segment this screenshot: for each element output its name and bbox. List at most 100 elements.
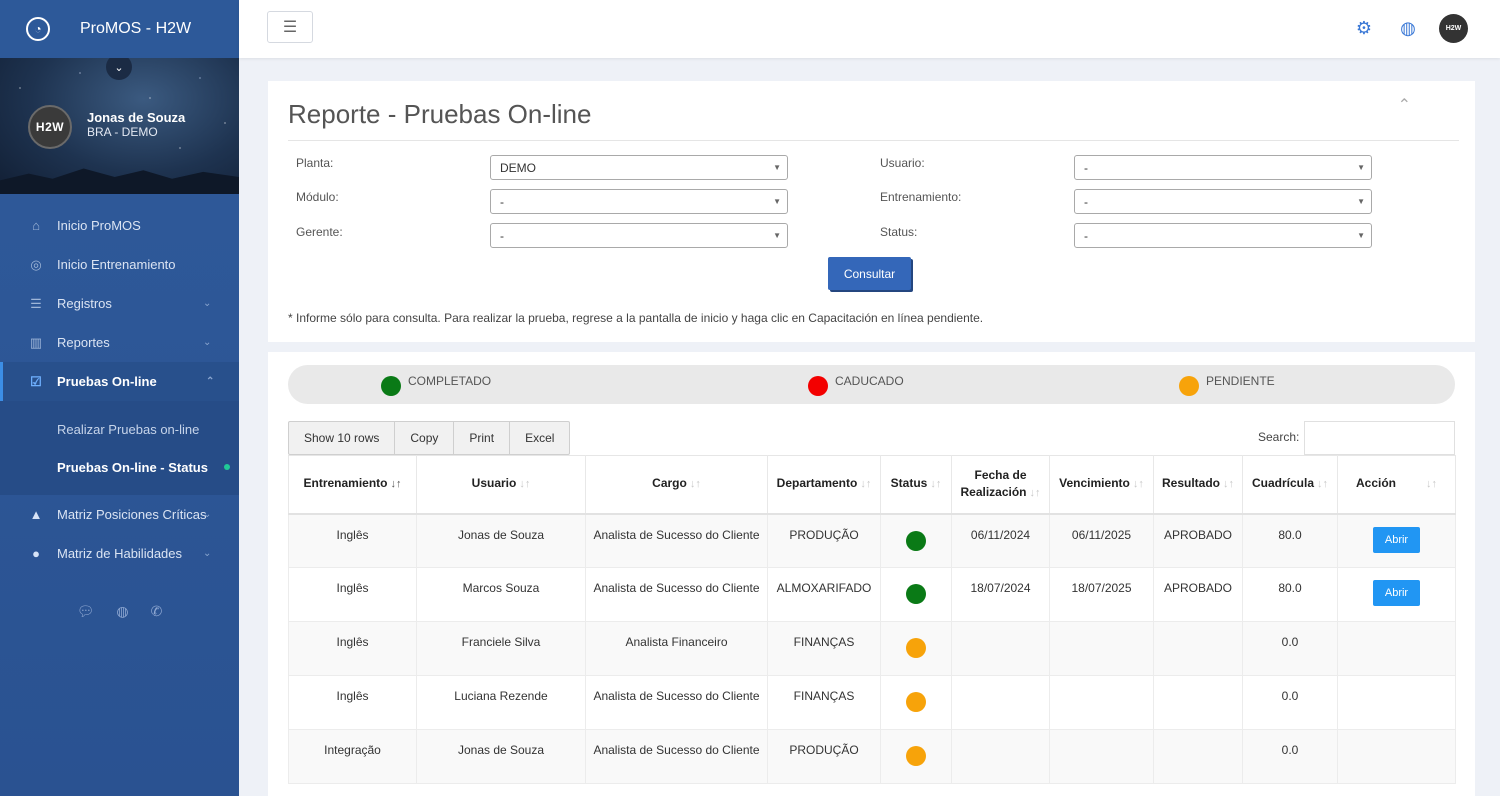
cell-status bbox=[880, 513, 952, 568]
column-header-accion[interactable]: Acción ↓↑ bbox=[1337, 455, 1456, 515]
abrir-button[interactable]: Abrir bbox=[1372, 580, 1421, 606]
header-label: Resultado bbox=[1161, 476, 1220, 491]
submenu-item-realizar-pruebas[interactable]: Realizar Pruebas on-line bbox=[0, 410, 239, 448]
cell-accion bbox=[1337, 621, 1456, 676]
sidebar-item-label: Matriz Posiciones Críticas bbox=[57, 507, 207, 522]
cell-fecha bbox=[951, 621, 1050, 676]
sidebar: ◔ ProMOS - H2W ⌄ H2W Jonas de Souza BRA … bbox=[0, 0, 239, 796]
column-header-cuadricula[interactable]: Cuadrícula ↓↑ bbox=[1242, 455, 1338, 515]
phone-icon[interactable]: ✆ bbox=[151, 603, 163, 620]
excel-button[interactable]: Excel bbox=[510, 422, 569, 454]
hamburger-menu-icon[interactable]: ☰ bbox=[267, 11, 313, 43]
column-header-resultado[interactable]: Resultado ↓↑ bbox=[1153, 455, 1243, 515]
legend-caducado: CADUCADO bbox=[808, 373, 904, 396]
select-caret-icon: ▼ bbox=[773, 163, 781, 172]
column-header-status[interactable]: Status ↓↑ bbox=[880, 455, 952, 515]
cell-entrenamiento: Inglês bbox=[288, 567, 417, 622]
column-header-vencimiento[interactable]: Vencimiento ↓↑ bbox=[1049, 455, 1154, 515]
active-indicator-dot bbox=[224, 464, 230, 470]
sidebar-item-label: Pruebas On-line bbox=[57, 374, 157, 389]
app-title: ProMOS - H2W bbox=[80, 20, 192, 37]
consultar-button[interactable]: Consultar bbox=[828, 257, 911, 290]
column-header-cargo[interactable]: Cargo ↓↑ bbox=[585, 455, 768, 515]
brand[interactable]: ◔ ProMOS - H2W bbox=[0, 0, 239, 58]
sidebar-item-inicio-entrenamiento[interactable]: ◎ Inicio Entrenamiento bbox=[0, 245, 239, 284]
header-label: Usuario bbox=[471, 476, 517, 491]
column-header-entrenamiento[interactable]: Entrenamiento ↓↑ bbox=[288, 455, 417, 515]
cell-cuadricula: 0.0 bbox=[1242, 729, 1338, 784]
results-panel: COMPLETADO CADUCADO PENDIENTE Show 10 ro… bbox=[268, 352, 1475, 796]
cell-status bbox=[880, 729, 952, 784]
red-status-dot bbox=[808, 376, 828, 396]
table-tools: Show 10 rows Copy Print Excel bbox=[288, 421, 571, 455]
planta-value: DEMO bbox=[500, 161, 536, 175]
show-rows-button[interactable]: Show 10 rows bbox=[289, 422, 396, 454]
column-header-usuario[interactable]: Usuario ↓↑ bbox=[416, 455, 586, 515]
cell-usuario: Jonas de Souza bbox=[416, 513, 586, 568]
sidebar-menu: ⌂ Inicio ProMOS ◎ Inicio Entrenamiento ☰… bbox=[0, 206, 239, 573]
planta-label: Planta: bbox=[296, 156, 334, 170]
user-avatar[interactable]: H2W bbox=[1439, 14, 1468, 43]
cell-departamento: FINANÇAS bbox=[767, 675, 881, 730]
copy-button[interactable]: Copy bbox=[395, 422, 455, 454]
submenu-pruebas-online: Realizar Pruebas on-line Pruebas On-line… bbox=[0, 401, 239, 495]
usuario-select[interactable]: - ▼ bbox=[1074, 155, 1372, 180]
modulo-select[interactable]: - ▼ bbox=[490, 189, 788, 214]
sort-icon: ↓↑ bbox=[1029, 486, 1041, 499]
usuario-value: - bbox=[1084, 161, 1088, 175]
select-caret-icon: ▼ bbox=[1357, 163, 1365, 172]
select-caret-icon: ▼ bbox=[773, 197, 781, 206]
cell-resultado bbox=[1153, 621, 1243, 676]
gear-icon[interactable]: ⚙ bbox=[1351, 16, 1377, 42]
sidebar-item-pruebas-online[interactable]: ☑ Pruebas On-line ⌃ bbox=[0, 362, 239, 401]
search-label: Search: bbox=[1258, 430, 1300, 444]
gerente-select[interactable]: - ▼ bbox=[490, 223, 788, 248]
status-select[interactable]: - ▼ bbox=[1074, 223, 1372, 248]
status-label: Status: bbox=[880, 225, 918, 239]
results-table: Entrenamiento ↓↑ Usuario ↓↑ Cargo ↓↑ Depart… bbox=[288, 455, 1456, 784]
search-input[interactable] bbox=[1304, 421, 1455, 455]
cell-vencimiento bbox=[1049, 621, 1154, 676]
header-label: Vencimiento bbox=[1059, 476, 1130, 491]
cell-accion bbox=[1337, 675, 1456, 730]
sidebar-item-inicio-promos[interactable]: ⌂ Inicio ProMOS bbox=[0, 206, 239, 245]
entrenamiento-value: - bbox=[1084, 195, 1088, 209]
chat-icon[interactable]: 💬︎ bbox=[77, 603, 95, 620]
chevron-down-icon: ⌄ bbox=[203, 509, 212, 520]
modulo-value: - bbox=[500, 195, 504, 209]
cell-departamento: PRODUÇÃO bbox=[767, 729, 881, 784]
sidebar-item-label: Reportes bbox=[57, 335, 110, 350]
page-title: Reporte - Pruebas On-line bbox=[288, 99, 592, 129]
planta-select[interactable]: DEMO ▼ bbox=[490, 155, 788, 180]
globe-icon[interactable]: ◍ bbox=[1395, 16, 1421, 42]
sidebar-item-matriz-posiciones[interactable]: ▲ Matriz Posiciones Críticas ⌄ bbox=[0, 495, 239, 534]
sort-icon: ↓↑ bbox=[1317, 478, 1328, 491]
cell-entrenamiento: Inglês bbox=[288, 675, 417, 730]
submenu-item-pruebas-status[interactable]: Pruebas On-line - Status bbox=[0, 448, 239, 486]
print-button[interactable]: Print bbox=[454, 422, 511, 454]
sidebar-item-reportes[interactable]: ▥ Reportes ⌄ bbox=[0, 323, 239, 362]
sidebar-item-label: Registros bbox=[57, 296, 112, 311]
cell-vencimiento: 18/07/2025 bbox=[1049, 567, 1154, 622]
sidebar-item-matriz-habilidades[interactable]: ● Matriz de Habilidades ⌄ bbox=[0, 534, 239, 573]
sort-icon: ↓↑ bbox=[860, 478, 872, 491]
entrenamiento-select[interactable]: - ▼ bbox=[1074, 189, 1372, 214]
submenu-item-label: Realizar Pruebas on-line bbox=[57, 421, 200, 437]
sort-icon: ↓↑ bbox=[519, 478, 531, 491]
sort-icon: ↓↑ bbox=[689, 478, 701, 491]
profile-avatar[interactable]: H2W bbox=[28, 105, 72, 149]
cell-usuario: Jonas de Souza bbox=[416, 729, 586, 784]
column-header-fecha[interactable]: Fecha de Realización ↓↑ bbox=[951, 455, 1050, 515]
orange-status-dot bbox=[1179, 376, 1199, 396]
sidebar-item-label: Matriz de Habilidades bbox=[57, 546, 183, 561]
cell-vencimiento bbox=[1049, 675, 1154, 730]
collapse-chevron-icon[interactable]: ⌃ bbox=[1398, 95, 1411, 115]
abrir-button[interactable]: Abrir bbox=[1372, 526, 1421, 553]
sidebar-item-registros[interactable]: ☰ Registros ⌄ bbox=[0, 284, 239, 323]
cell-fecha: 18/07/2024 bbox=[951, 567, 1050, 622]
cell-cargo: Analista de Sucesso do Cliente bbox=[585, 513, 768, 568]
column-header-departamento[interactable]: Departamento ↓↑ bbox=[767, 455, 881, 515]
header-label: Status bbox=[890, 476, 928, 491]
topbar-actions: ⚙ ◍ H2W bbox=[1351, 14, 1468, 43]
globe-icon[interactable]: ◍ bbox=[116, 603, 128, 620]
